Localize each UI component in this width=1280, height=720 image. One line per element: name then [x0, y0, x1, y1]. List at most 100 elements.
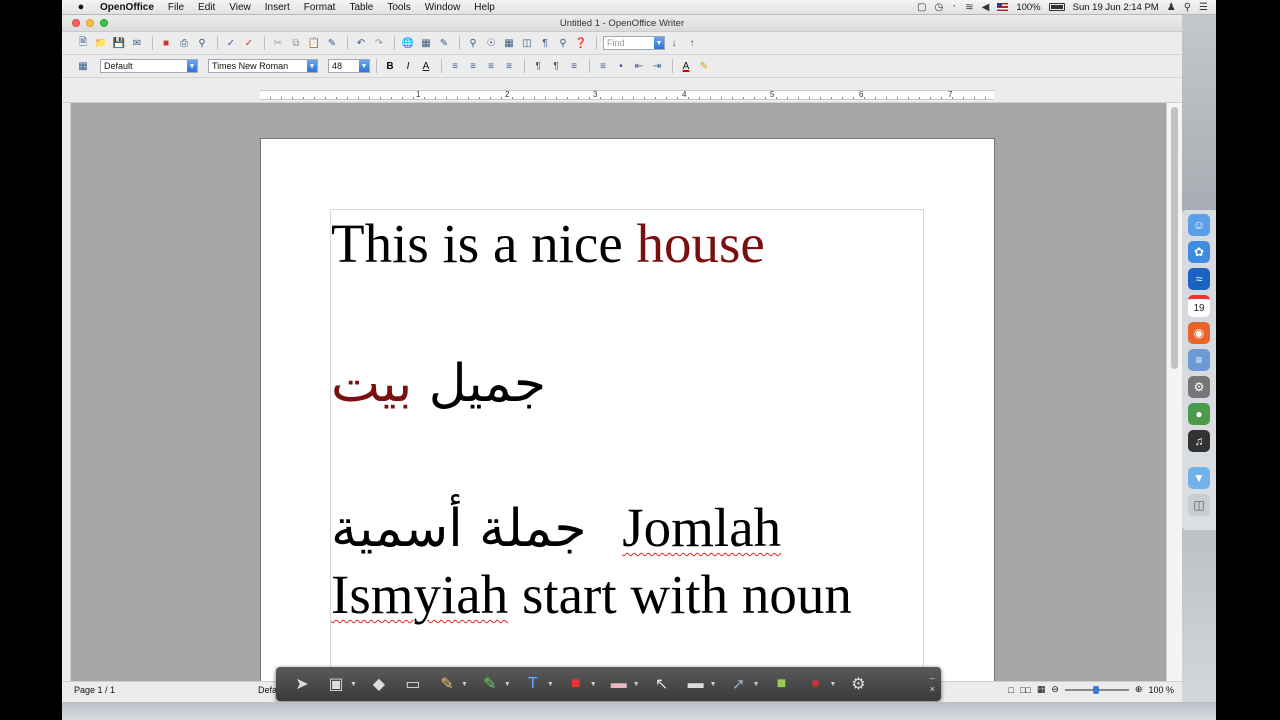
- vertical-scrollbar[interactable]: [1166, 103, 1182, 681]
- line-spacing-icon[interactable]: ≡: [567, 59, 581, 73]
- zoom-out-icon[interactable]: ⊖: [1051, 684, 1059, 695]
- close-window-button[interactable]: [72, 19, 80, 27]
- numbering-icon[interactable]: ≡: [596, 59, 610, 73]
- zoom-icon[interactable]: ⚲: [556, 36, 570, 50]
- increase-indent-icon[interactable]: ⇥: [650, 59, 664, 73]
- trash-icon[interactable]: ◫: [1188, 494, 1210, 516]
- export-pdf-icon[interactable]: ■: [159, 36, 173, 50]
- battery-icon[interactable]: [1048, 3, 1065, 11]
- zoom-in-icon[interactable]: ⊕: [1135, 684, 1143, 695]
- font-size-select[interactable]: 48 ▼: [328, 59, 370, 73]
- openoffice-icon[interactable]: ≈: [1188, 268, 1210, 290]
- menu-tools[interactable]: Tools: [387, 2, 410, 13]
- time-machine-icon[interactable]: ◷: [935, 2, 944, 13]
- arrow-tool-icon[interactable]: ↖: [650, 673, 674, 695]
- formatting-marks-icon[interactable]: ¶: [538, 36, 552, 50]
- menu-window[interactable]: Window: [425, 2, 461, 13]
- english-sentence[interactable]: This is a nice house: [331, 216, 765, 271]
- spotlight-search-icon[interactable]: ⚲: [1184, 2, 1191, 13]
- user-icon[interactable]: ♟: [1167, 2, 1176, 13]
- settings-gear-icon[interactable]: ⚙: [846, 673, 870, 695]
- scrollbar-thumb[interactable]: [1171, 107, 1178, 369]
- book-view-icon[interactable]: ▦: [1037, 684, 1046, 695]
- caret-icon[interactable]: ▼: [504, 681, 511, 688]
- align-left-icon[interactable]: ≡: [448, 59, 462, 73]
- underline-icon[interactable]: A: [419, 59, 433, 73]
- downloads-folder-icon[interactable]: ▼: [1188, 467, 1210, 489]
- eraser-tool-icon[interactable]: ◆: [367, 673, 391, 695]
- gallery-icon[interactable]: ▦: [502, 36, 516, 50]
- open-folder-icon[interactable]: 📁: [94, 36, 108, 50]
- hyperlink-icon[interactable]: 🌐: [401, 36, 415, 50]
- menu-format[interactable]: Format: [304, 2, 336, 13]
- show-draw-functions-icon[interactable]: ✎: [437, 36, 451, 50]
- palette-minimize-button[interactable]: –: [930, 673, 935, 684]
- shapes-tool-icon[interactable]: ■: [564, 673, 588, 695]
- caret-icon[interactable]: ▼: [461, 681, 468, 688]
- save-icon[interactable]: 💾: [112, 36, 126, 50]
- left-to-right-icon[interactable]: ¶: [531, 59, 545, 73]
- caret-icon[interactable]: ▼: [830, 681, 837, 688]
- display-mirror-icon[interactable]: ▢: [917, 2, 926, 13]
- jomlah-line[interactable]: جملة أسمية Jomlah: [331, 500, 781, 555]
- zoom-level[interactable]: 100 %: [1148, 685, 1174, 695]
- menu-insert[interactable]: Insert: [265, 2, 290, 13]
- single-page-view-icon[interactable]: □: [1009, 685, 1014, 695]
- find-dropdown-icon[interactable]: ▼: [654, 37, 664, 49]
- paragraph-style-dropdown-icon[interactable]: ▼: [187, 60, 197, 72]
- print-preview-icon[interactable]: ⚲: [195, 36, 209, 50]
- print-icon[interactable]: ⎙: [177, 36, 191, 50]
- finder-icon[interactable]: ☺: [1188, 214, 1210, 236]
- vertical-ruler[interactable]: [62, 103, 71, 681]
- pointer-tool-icon[interactable]: ➤: [290, 673, 314, 695]
- palette-close-button[interactable]: ×: [930, 684, 935, 695]
- menu-help[interactable]: Help: [474, 2, 495, 13]
- justify-icon[interactable]: ≡: [502, 59, 516, 73]
- redo-icon[interactable]: ↷: [372, 36, 386, 50]
- table-icon[interactable]: ▦: [419, 36, 433, 50]
- bold-icon[interactable]: B: [383, 59, 397, 73]
- document-canvas[interactable]: This is a nice house جميل بيت جملة أسمية…: [71, 103, 1166, 681]
- font-name-select[interactable]: Times New Roman ▼: [208, 59, 318, 73]
- menu-file[interactable]: File: [168, 2, 184, 13]
- copy-icon[interactable]: ⧉: [289, 36, 303, 50]
- help-icon[interactable]: ❓: [574, 36, 588, 50]
- clock[interactable]: Sun 19 Jun 2:14 PM: [1073, 2, 1159, 13]
- page-indicator[interactable]: Page 1 / 1: [74, 685, 258, 695]
- undo-icon[interactable]: ↶: [354, 36, 368, 50]
- caret-icon[interactable]: ▼: [350, 681, 357, 688]
- new-document-icon[interactable]: 🗎: [76, 36, 90, 50]
- caret-icon[interactable]: ▼: [710, 681, 717, 688]
- font-size-dropdown-icon[interactable]: ▼: [359, 60, 369, 72]
- caret-icon[interactable]: ▼: [753, 681, 760, 688]
- pencil-tool-icon[interactable]: ✎: [435, 673, 459, 695]
- spellcheck-icon[interactable]: ✓: [224, 36, 238, 50]
- find-next-icon[interactable]: ↓: [667, 36, 681, 50]
- multi-page-view-icon[interactable]: □□: [1020, 685, 1031, 695]
- font-name-dropdown-icon[interactable]: ▼: [307, 60, 317, 72]
- system-preferences-icon[interactable]: ⚙: [1188, 376, 1210, 398]
- bluetooth-icon[interactable]: ᛫: [951, 2, 957, 13]
- italic-icon[interactable]: I: [401, 59, 415, 73]
- screenshot-tool-icon[interactable]: ▣: [324, 673, 348, 695]
- zoom-window-button[interactable]: [100, 19, 108, 27]
- safari-icon[interactable]: ✿: [1188, 241, 1210, 263]
- arabic-phrase[interactable]: جميل بيت: [331, 358, 546, 410]
- paragraph-style-select[interactable]: Default ▼: [100, 59, 198, 73]
- music-player-icon[interactable]: ♫: [1188, 430, 1210, 452]
- horizontal-ruler[interactable]: 1 2 3 4 5 6 7: [62, 87, 1182, 103]
- menu-edit[interactable]: Edit: [198, 2, 215, 13]
- caret-icon[interactable]: ▼: [590, 681, 597, 688]
- paste-icon[interactable]: 📋: [307, 36, 321, 50]
- line-width-icon[interactable]: ▬: [684, 673, 708, 695]
- wifi-icon[interactable]: ≋: [965, 2, 973, 13]
- highlighting-icon[interactable]: ✎: [697, 59, 711, 73]
- find-previous-icon[interactable]: ↑: [685, 36, 699, 50]
- explanation-line[interactable]: Ismyiah start with noun: [331, 567, 852, 622]
- us-flag-icon[interactable]: [997, 3, 1009, 11]
- app-menu[interactable]: OpenOffice: [100, 2, 154, 13]
- text-document-icon[interactable]: ≡: [1188, 349, 1210, 371]
- align-center-icon[interactable]: ≡: [466, 59, 480, 73]
- minimize-window-button[interactable]: [86, 19, 94, 27]
- clone-formatting-icon[interactable]: ✎: [325, 36, 339, 50]
